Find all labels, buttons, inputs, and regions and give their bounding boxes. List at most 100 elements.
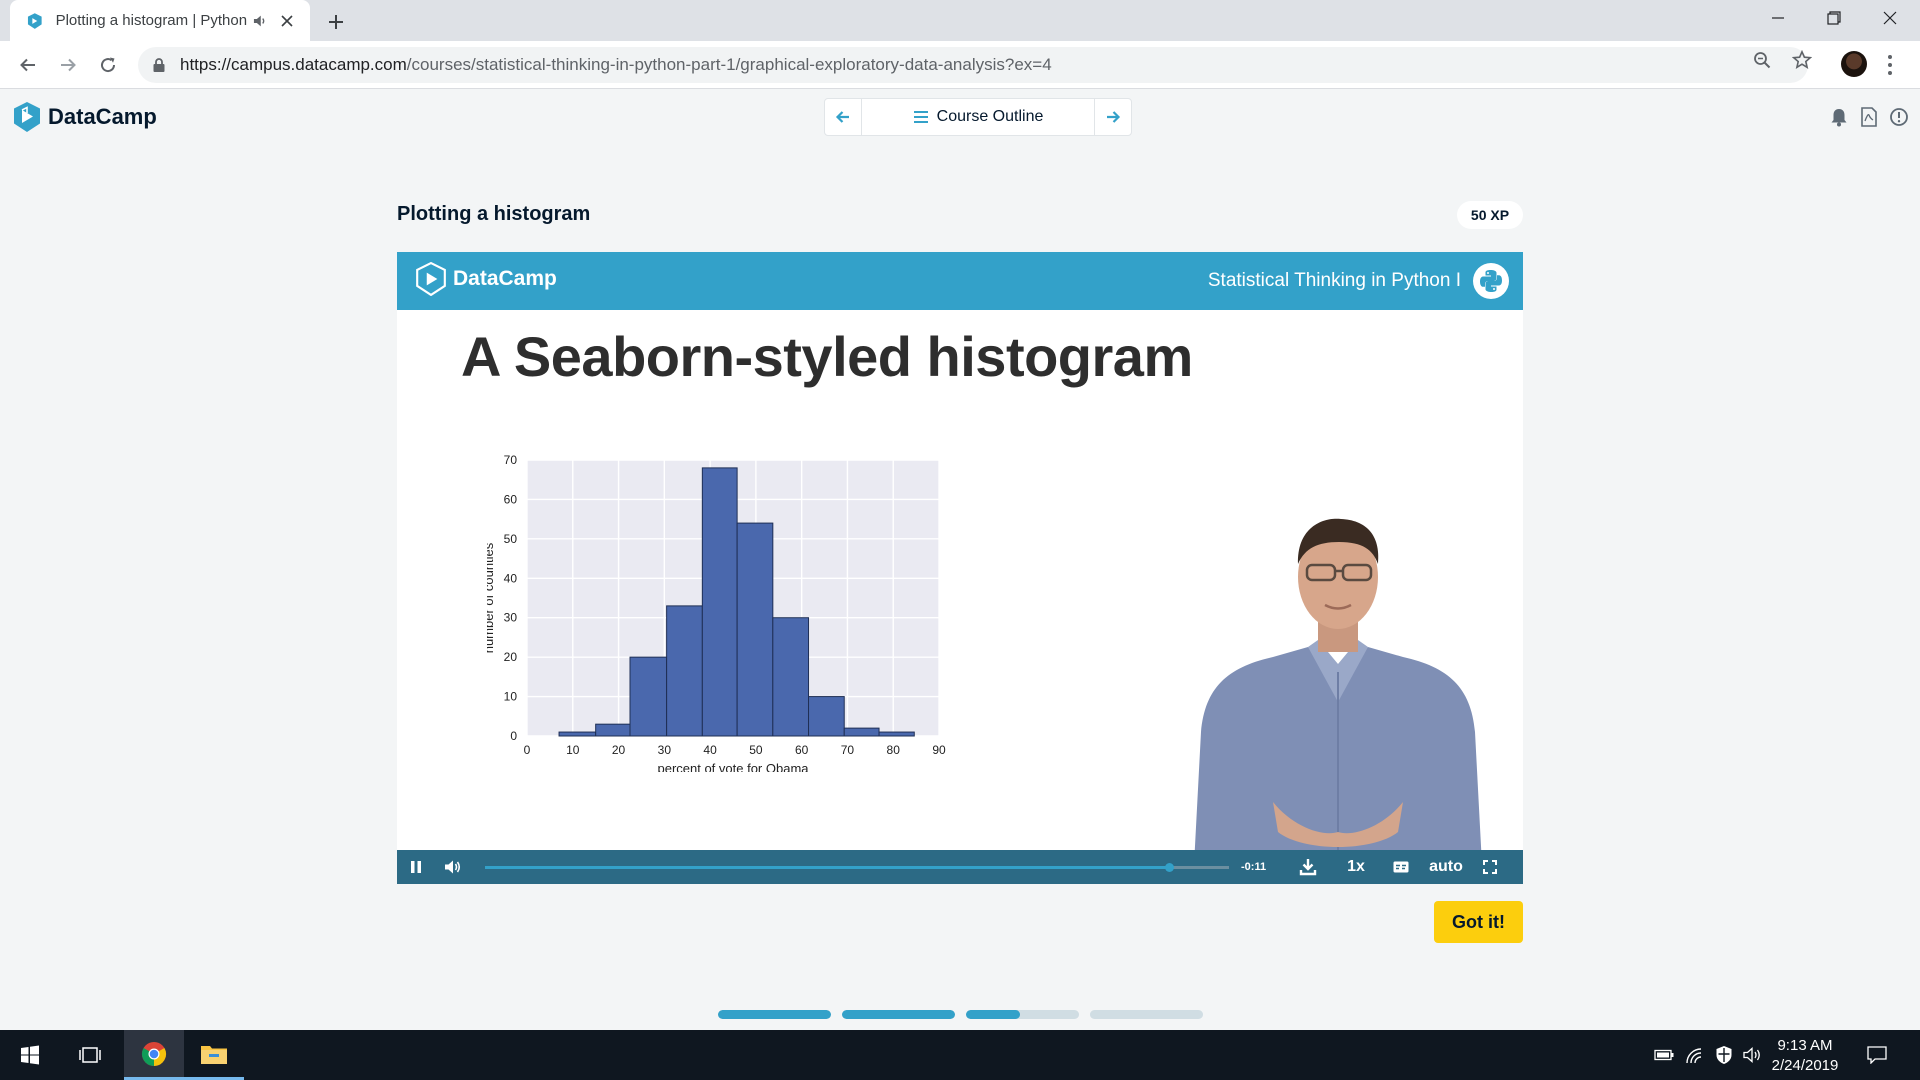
url-host: https://campus.datacamp.com [180, 55, 407, 74]
x-tick-label: 70 [841, 743, 855, 757]
new-tab-icon[interactable] [322, 8, 350, 36]
download-icon[interactable] [1285, 858, 1331, 876]
video-progress-bar[interactable] [485, 862, 1229, 872]
report-issue-icon[interactable] [1888, 106, 1910, 128]
browser-toolbar: https://campus.datacamp.com/courses/stat… [0, 41, 1920, 89]
audio-playing-icon[interactable] [251, 12, 269, 30]
task-view-icon[interactable] [60, 1030, 120, 1080]
video-player[interactable]: DataCamp Statistical Thinking in Python … [397, 252, 1523, 884]
browser-tab-strip: Plotting a histogram | Python [0, 0, 1920, 41]
forward-arrow-icon[interactable] [54, 51, 82, 79]
exercise-steps-progress [718, 1010, 1203, 1019]
restore-icon[interactable] [1806, 0, 1862, 36]
x-axis-label: percent of vote for Obama [657, 761, 809, 772]
action-center-icon[interactable] [1866, 1044, 1888, 1066]
exercise-title: Plotting a histogram [397, 203, 591, 225]
battery-icon[interactable] [1653, 1044, 1675, 1066]
course-outline-button[interactable]: Course Outline [862, 99, 1094, 135]
video-progress-knob[interactable] [1165, 862, 1175, 872]
histogram-chart: 0 10 20 30 40 50 60 70 80 90 0 10 20 30 40 50 60 70 perc… [487, 453, 946, 772]
histogram-bar [558, 731, 597, 737]
url-text: https://campus.datacamp.com/courses/stat… [180, 55, 1052, 75]
previous-exercise-button[interactable] [825, 99, 862, 135]
histogram-bar [595, 723, 631, 737]
security-shield-icon[interactable] [1713, 1044, 1735, 1066]
close-tab-icon[interactable] [277, 10, 298, 32]
exercise-step-indicator [718, 1010, 831, 1019]
presenter-video-frame [1178, 518, 1498, 884]
x-tick-label: 10 [566, 743, 580, 757]
video-progress-fill [485, 865, 1170, 869]
arrow-left-icon [835, 111, 849, 123]
y-tick-label: 10 [504, 690, 518, 704]
y-tick-label: 70 [504, 453, 518, 467]
slide-header-bar: DataCamp Statistical Thinking in Python … [397, 252, 1523, 310]
datacamp-logo[interactable]: DataCamp [12, 100, 157, 134]
clock-date: 2/24/2019 [1771, 1057, 1839, 1074]
browser-tab[interactable]: Plotting a histogram | Python [10, 0, 310, 41]
volume-icon[interactable] [435, 859, 471, 875]
video-controls: -0:11 1x auto [397, 850, 1523, 884]
zoom-icon[interactable] [1751, 49, 1773, 71]
system-clock[interactable]: 9:13 AM 2/24/2019 [1770, 1036, 1840, 1076]
histogram-bar [843, 727, 880, 737]
x-tick-label: 90 [932, 743, 946, 757]
captions-icon[interactable] [1381, 861, 1421, 873]
address-bar[interactable]: https://campus.datacamp.com/courses/stat… [138, 47, 1808, 83]
x-tick-label: 60 [795, 743, 809, 757]
quality-button[interactable]: auto [1421, 858, 1471, 876]
slide-heading: A Seaborn-styled histogram [461, 325, 1193, 388]
x-tick-label: 30 [658, 743, 672, 757]
wifi-icon[interactable] [1683, 1044, 1705, 1066]
exercise-step-indicator [1090, 1010, 1203, 1019]
slide-logo-text: DataCamp [453, 267, 557, 290]
bookmark-star-icon[interactable] [1791, 49, 1813, 71]
datacamp-logo-icon [416, 262, 446, 296]
y-tick-labels: 0 10 20 30 40 50 60 70 [504, 453, 518, 743]
menu-icon [913, 111, 928, 123]
next-exercise-button[interactable] [1094, 99, 1131, 135]
url-path: /courses/statistical-thinking-in-python-… [406, 55, 1052, 74]
course-outline-label: Course Outline [936, 108, 1044, 125]
python-icon [1473, 263, 1509, 299]
got-it-button[interactable]: Got it! [1434, 901, 1523, 943]
back-arrow-icon[interactable] [14, 51, 42, 79]
exercise-step-indicator [842, 1010, 955, 1019]
file-explorer-icon[interactable] [184, 1030, 244, 1080]
browser-menu-icon[interactable] [1884, 53, 1896, 77]
pdf-slides-icon[interactable] [1858, 106, 1880, 128]
datacamp-favicon-icon [27, 12, 42, 29]
xp-badge: 50 XP [1457, 201, 1523, 229]
windows-taskbar: 9:13 AM 2/24/2019 [0, 1030, 1920, 1080]
windows-start-icon[interactable] [0, 1030, 60, 1080]
playback-speed-button[interactable]: 1x [1331, 858, 1381, 876]
time-remaining: -0:11 [1241, 861, 1267, 873]
clock-time: 9:13 AM [1777, 1037, 1833, 1054]
y-tick-label: 40 [504, 571, 518, 585]
reload-icon[interactable] [94, 51, 122, 79]
y-tick-label: 0 [510, 729, 517, 743]
x-tick-label: 0 [524, 743, 531, 757]
histogram-bar [736, 522, 774, 737]
profile-avatar[interactable] [1841, 51, 1867, 77]
y-tick-label: 60 [504, 492, 518, 506]
speaker-icon[interactable] [1742, 1044, 1764, 1066]
datacamp-logo-icon [14, 102, 40, 132]
chrome-taskbar-icon[interactable] [124, 1030, 184, 1080]
tab-title: Plotting a histogram | Python [55, 12, 247, 29]
pause-icon[interactable] [397, 860, 435, 874]
fullscreen-icon[interactable] [1471, 860, 1509, 874]
minimize-icon[interactable] [1750, 0, 1806, 36]
x-tick-labels: 0 10 20 30 40 50 60 70 80 90 [524, 743, 946, 757]
close-window-icon[interactable] [1862, 0, 1918, 36]
x-tick-label: 50 [749, 743, 763, 757]
y-tick-label: 50 [504, 532, 518, 546]
course-navigation: Course Outline [824, 98, 1132, 136]
lock-icon[interactable] [152, 57, 166, 73]
histogram-bar [808, 696, 845, 737]
y-tick-label: 30 [504, 611, 518, 625]
notifications-bell-icon[interactable] [1828, 106, 1850, 128]
histogram-bar [629, 656, 668, 737]
slide-course-name: Statistical Thinking in Python I [1207, 270, 1461, 291]
arrow-right-icon [1107, 111, 1121, 123]
